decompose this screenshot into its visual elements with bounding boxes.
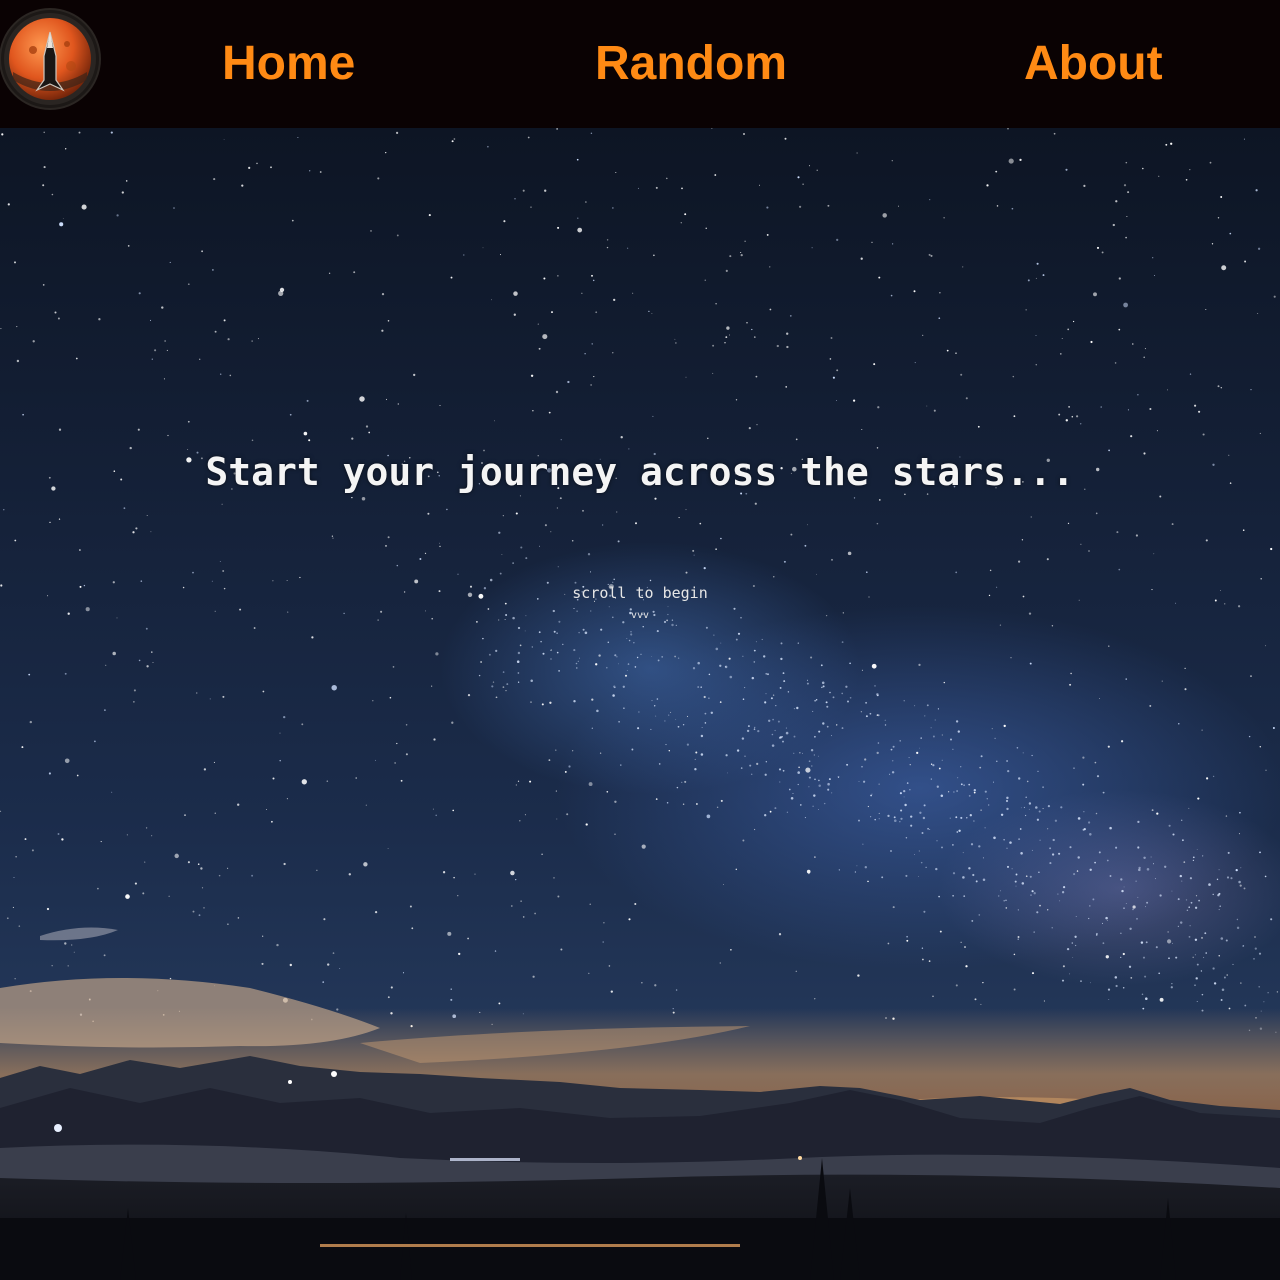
hero-title: Start your journey across the stars... bbox=[205, 450, 1075, 494]
nav-home-link[interactable]: Home bbox=[222, 36, 355, 92]
scroll-hint[interactable]: scroll to begin bbox=[0, 584, 1280, 602]
hero-section: Start your journey across the stars... s… bbox=[0, 128, 1280, 1280]
nav-random-link[interactable]: Random bbox=[595, 36, 787, 92]
page: Home Random About Start your journey acr… bbox=[0, 0, 1280, 1280]
logo-icon[interactable] bbox=[1, 10, 99, 108]
mountain-landscape-image bbox=[0, 927, 1280, 1280]
nav-about-link[interactable]: About bbox=[1024, 36, 1163, 92]
scroll-down-icon[interactable]: vvv bbox=[0, 610, 1280, 621]
navbar: Home Random About bbox=[0, 0, 1280, 128]
